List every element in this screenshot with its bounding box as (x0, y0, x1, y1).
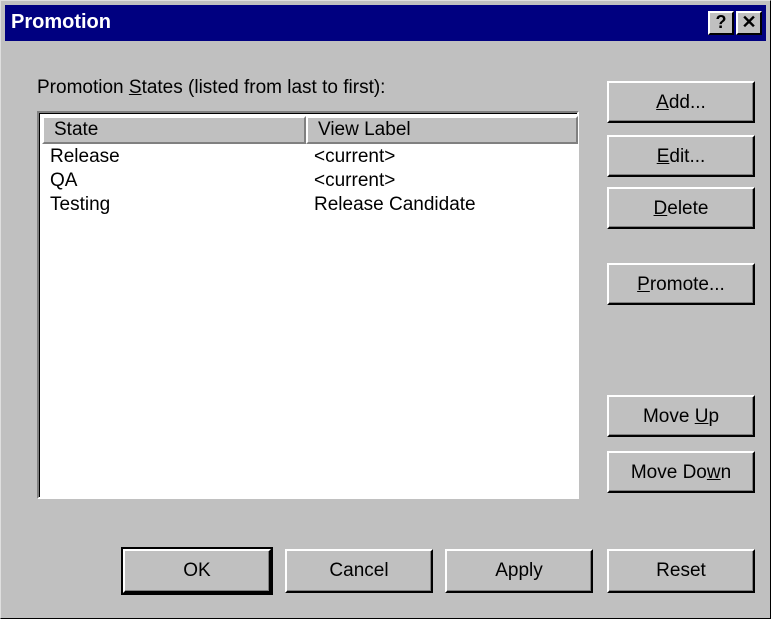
promotion-states-list[interactable]: State View Label Release <current> QA <c… (37, 111, 579, 499)
cancel-button[interactable]: Cancel (285, 549, 433, 593)
column-header-state[interactable]: State (42, 116, 306, 144)
list-row-testing[interactable]: Testing Release Candidate (50, 194, 570, 218)
column-header-view-label[interactable]: View Label (306, 116, 578, 144)
reset-button[interactable]: Reset (607, 549, 755, 593)
view-label-cell: <current> (314, 146, 396, 167)
window-title: Promotion (11, 11, 111, 33)
edit-button[interactable]: Edit... (607, 135, 755, 177)
promote-button[interactable]: Promote... (607, 263, 755, 305)
close-button[interactable]: ✕ (736, 11, 762, 35)
title-bar[interactable]: Promotion ? ✕ (5, 5, 766, 41)
add-button[interactable]: Add... (607, 81, 755, 123)
apply-button[interactable]: Apply (445, 549, 593, 593)
view-label-cell: <current> (314, 170, 396, 191)
state-cell: Testing (50, 194, 111, 215)
promotion-states-label: Promotion States (listed from last to fi… (37, 77, 386, 98)
list-row-release[interactable]: Release <current> (50, 146, 570, 170)
promotion-dialog: Promotion ? ✕ Promotion States (listed f… (0, 0, 771, 619)
move-up-button[interactable]: Move Up (607, 395, 755, 437)
close-icon: ✕ (741, 12, 757, 32)
delete-button[interactable]: Delete (607, 187, 755, 229)
state-cell: QA (50, 170, 78, 191)
help-button[interactable]: ? (708, 11, 734, 35)
question-mark-icon: ? (715, 12, 727, 32)
state-cell: Release (50, 146, 120, 167)
ok-button[interactable]: OK (121, 547, 273, 595)
view-label-cell: Release Candidate (314, 194, 476, 215)
move-down-button[interactable]: Move Down (607, 451, 755, 493)
list-row-qa[interactable]: QA <current> (50, 170, 570, 194)
